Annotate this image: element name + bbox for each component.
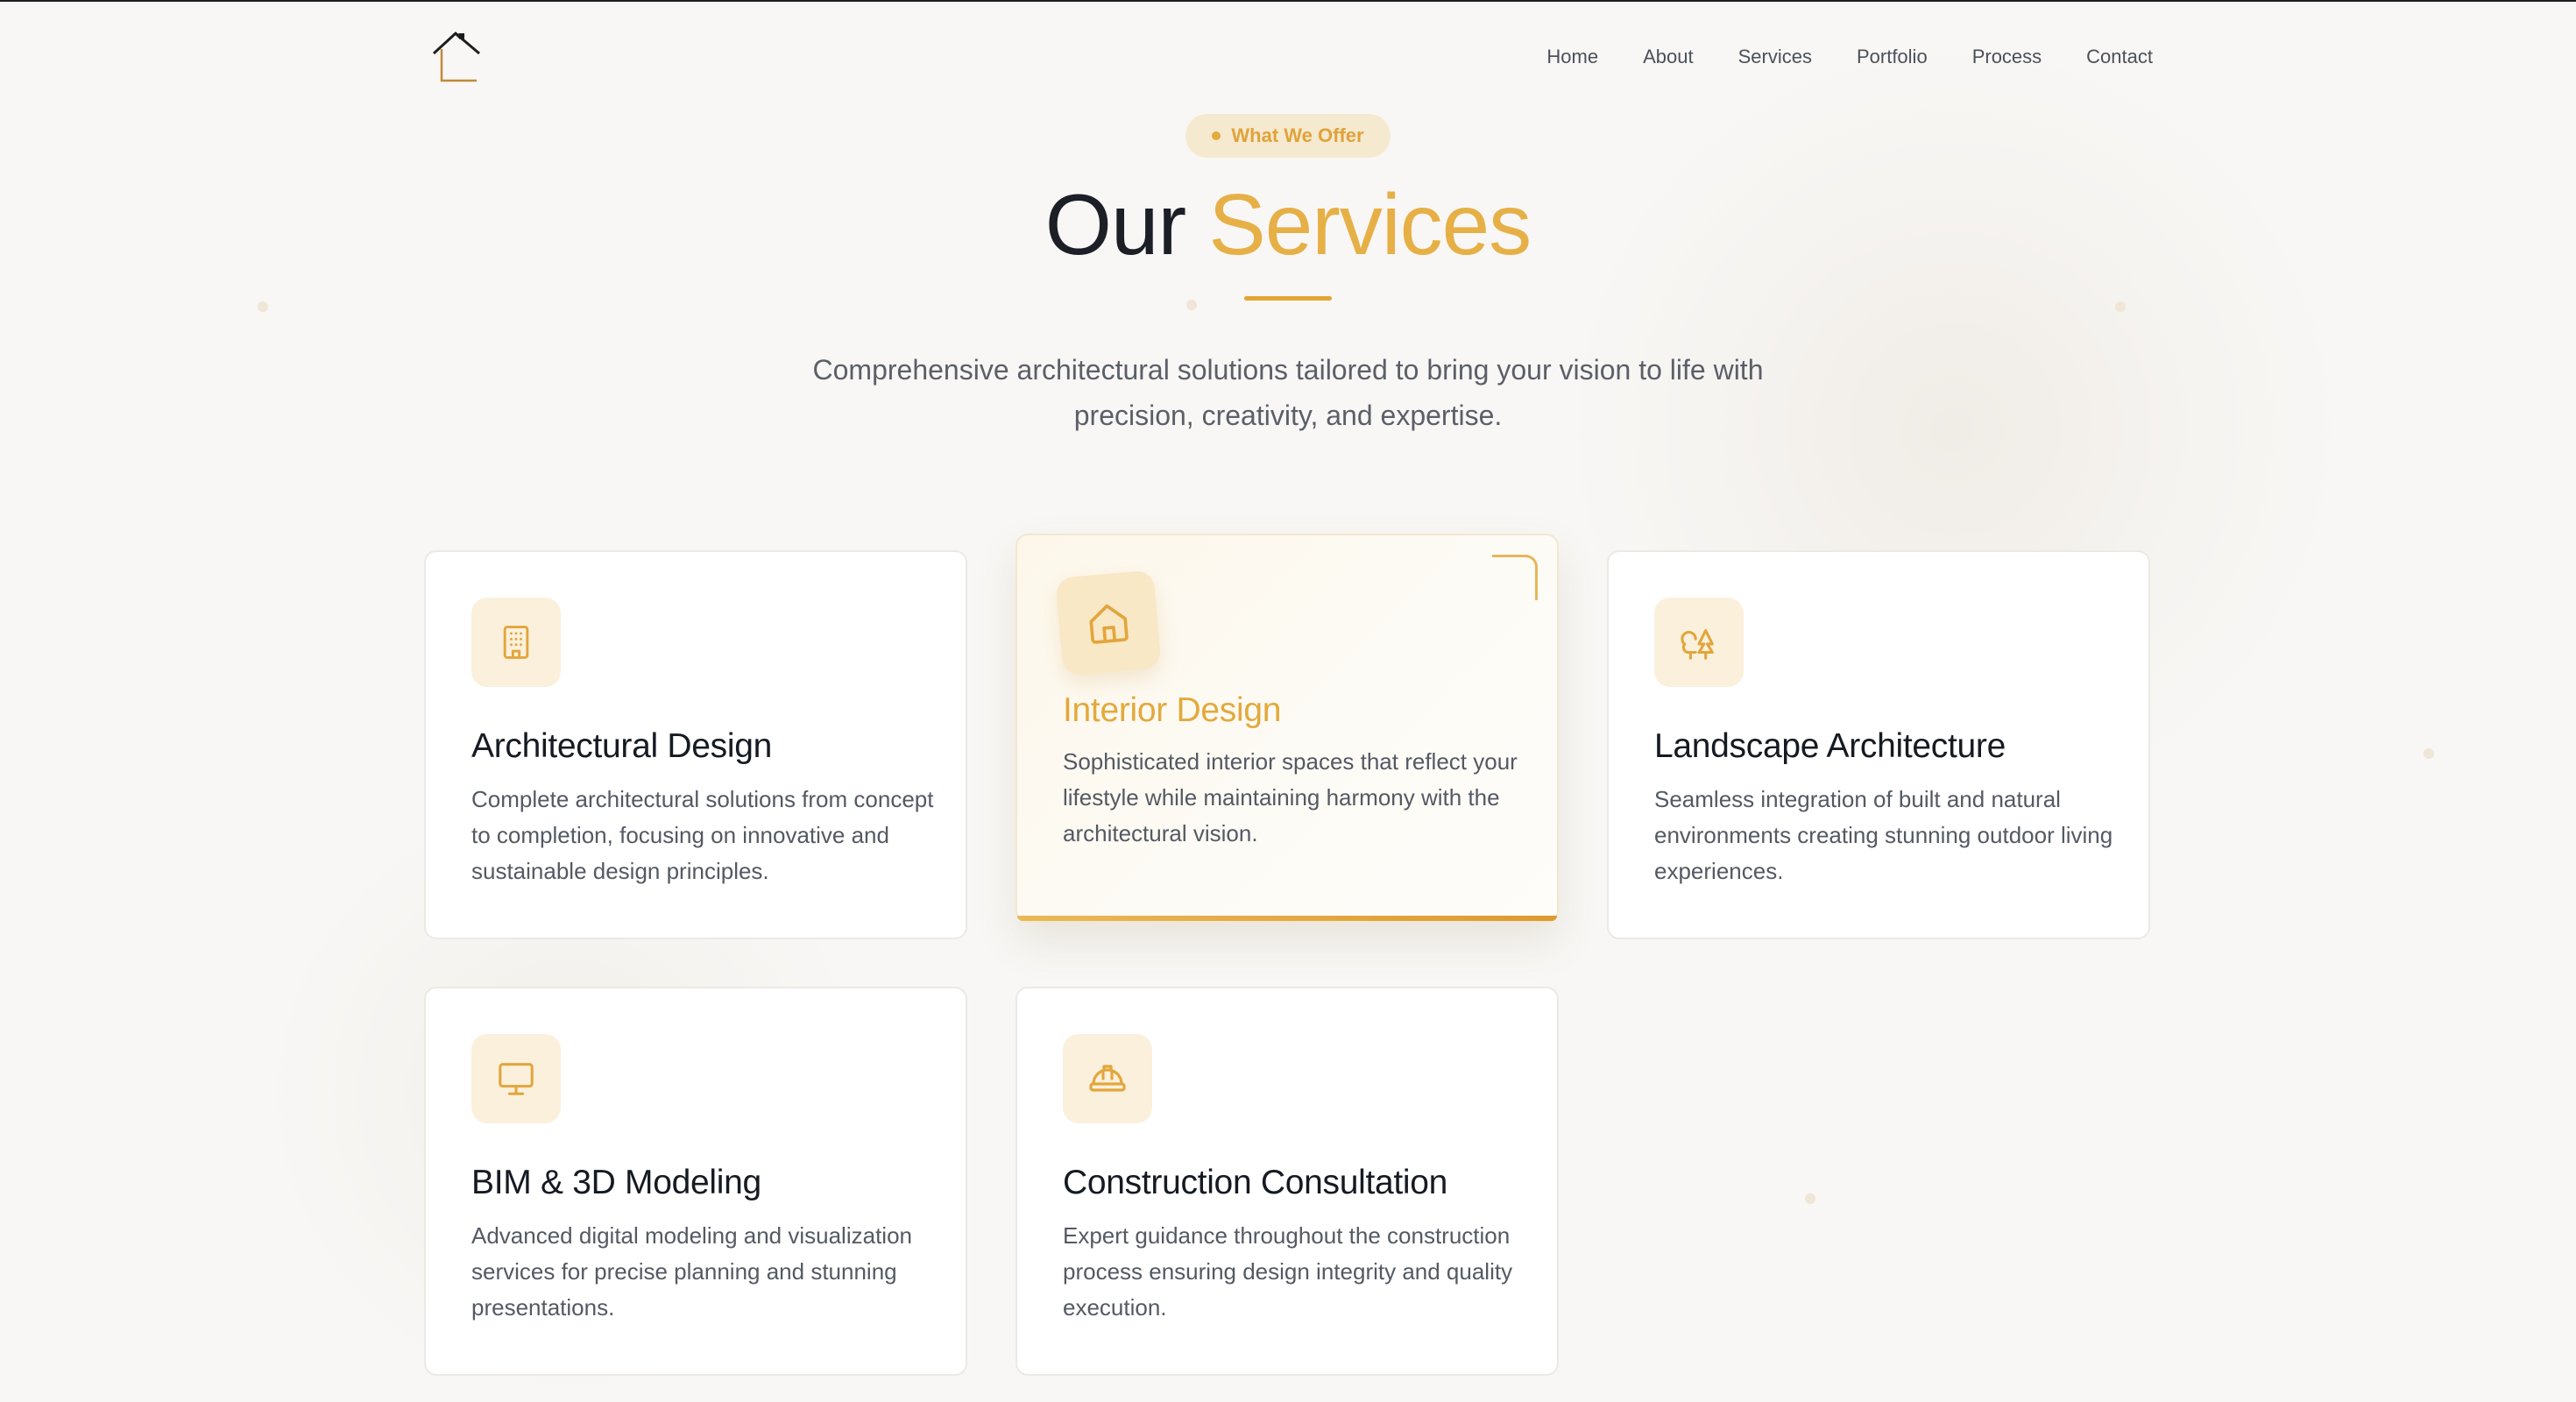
- service-card-architectural-design[interactable]: Architectural Design Complete architectu…: [424, 550, 967, 939]
- service-description: Advanced digital modeling and visualizat…: [471, 1222, 912, 1321]
- hard-hat-icon: [1063, 1034, 1152, 1123]
- section-title-accent: Services: [1208, 176, 1532, 273]
- service-title: Construction Consultation: [1063, 1164, 1448, 1201]
- nav-services[interactable]: Services: [1738, 42, 1812, 72]
- main-nav: Home About Services Portfolio Process Co…: [1546, 42, 2153, 72]
- service-title: BIM & 3D Modeling: [471, 1164, 761, 1201]
- decorative-dot: [1186, 300, 1197, 310]
- decorative-dot: [1805, 1193, 1815, 1204]
- service-title: Architectural Design: [471, 727, 772, 765]
- section-subtitle: Comprehensive architectural solutions ta…: [812, 354, 1764, 431]
- decorative-dot: [258, 301, 268, 312]
- service-description: Sophisticated interior spaces that refle…: [1063, 748, 1518, 846]
- section-badge: What We Offer: [1185, 114, 1391, 158]
- section-title: Our Services: [0, 172, 2576, 277]
- nav-about[interactable]: About: [1643, 42, 1694, 72]
- house-icon: [1055, 570, 1162, 676]
- decorative-dot: [2424, 748, 2434, 759]
- service-card-landscape-architecture[interactable]: Landscape Architecture Seamless integrat…: [1607, 550, 2150, 939]
- monitor-icon: [471, 1034, 561, 1123]
- nav-portfolio[interactable]: Portfolio: [1857, 42, 1928, 72]
- service-card-bim-3d-modeling[interactable]: BIM & 3D Modeling Advanced digital model…: [424, 987, 967, 1376]
- nav-home[interactable]: Home: [1546, 42, 1598, 72]
- service-title: Interior Design: [1063, 691, 1282, 729]
- building-icon: [471, 598, 561, 687]
- featured-accent-bar: [1017, 916, 1557, 921]
- home-logo-icon[interactable]: [429, 30, 485, 86]
- section-title-main: Our: [1044, 176, 1186, 273]
- nav-process[interactable]: Process: [1972, 42, 2042, 72]
- nav-contact[interactable]: Contact: [2086, 42, 2153, 72]
- trees-icon: [1654, 598, 1744, 687]
- service-title: Landscape Architecture: [1654, 727, 2006, 765]
- service-card-construction-consultation[interactable]: Construction Consultation Expert guidanc…: [1016, 987, 1559, 1376]
- service-description: Expert guidance throughout the construct…: [1063, 1222, 1513, 1321]
- title-underline: [1244, 296, 1332, 301]
- service-description: Seamless integration of built and natura…: [1654, 786, 2113, 884]
- section-badge-label: What We Offer: [1231, 124, 1364, 146]
- corner-accent: [1492, 555, 1538, 600]
- badge-dot-icon: [1212, 131, 1221, 140]
- service-card-interior-design[interactable]: Interior Design Sophisticated interior s…: [1016, 534, 1559, 923]
- service-description: Complete architectural solutions from co…: [471, 786, 934, 884]
- decorative-dot: [2115, 301, 2126, 312]
- window-top-border: [0, 0, 2576, 2]
